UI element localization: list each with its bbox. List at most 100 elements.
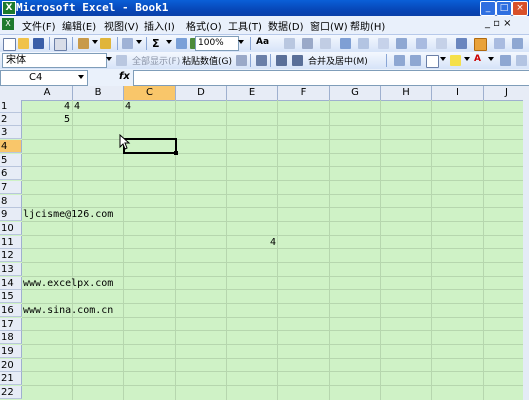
- fill-color-icon[interactable]: [450, 55, 461, 66]
- menu-edit[interactable]: 编辑(E): [62, 18, 96, 33]
- column-header-i[interactable]: I: [432, 86, 484, 101]
- toolbar-icon[interactable]: [500, 55, 511, 66]
- toolbar-icon[interactable]: [516, 55, 527, 66]
- toolbar-icon[interactable]: [436, 38, 447, 49]
- row-header-2[interactable]: 2: [0, 113, 22, 126]
- toolbar-icon[interactable]: [236, 55, 247, 66]
- close-button[interactable]: ×: [512, 1, 528, 16]
- toolbar-icon[interactable]: [394, 55, 405, 66]
- menu-help[interactable]: 帮助(H): [350, 18, 385, 33]
- open-icon[interactable]: [18, 38, 29, 49]
- toolbar-icon[interactable]: [378, 38, 389, 49]
- menu-window[interactable]: 窗口(W): [310, 18, 348, 33]
- menu-view[interactable]: 视图(V): [104, 18, 139, 33]
- autosum-icon[interactable]: Σ: [152, 37, 160, 50]
- toolbar-icon[interactable]: [340, 38, 351, 49]
- toolbar-icon[interactable]: [410, 55, 421, 66]
- cell-c1[interactable]: 4: [125, 100, 131, 113]
- row-header-16[interactable]: 16: [0, 304, 22, 317]
- toolbar-icon[interactable]: [116, 55, 127, 66]
- fill-handle[interactable]: [174, 151, 178, 155]
- row-header-20[interactable]: 20: [0, 359, 22, 372]
- column-header-j[interactable]: J: [484, 86, 529, 101]
- zoom-dropdown-icon[interactable]: [238, 40, 244, 44]
- undo-dropdown-icon[interactable]: [136, 40, 142, 44]
- toolbar-icon[interactable]: [302, 38, 313, 49]
- borders-dropdown-icon[interactable]: [440, 57, 446, 61]
- format-painter-icon[interactable]: [100, 38, 111, 49]
- new-icon[interactable]: [3, 38, 16, 51]
- row-header-14[interactable]: 14: [0, 277, 22, 290]
- cell-e11[interactable]: 4: [270, 236, 276, 249]
- highlighted-toolbar-icon[interactable]: [474, 38, 487, 51]
- vertical-scrollbar[interactable]: [523, 100, 529, 400]
- row-header-4[interactable]: 4: [0, 140, 22, 153]
- column-header-h[interactable]: H: [381, 86, 432, 101]
- row-header-5[interactable]: 5: [0, 154, 22, 167]
- workbook-window-controls[interactable]: _ ▫ ×: [485, 18, 512, 29]
- name-box-dropdown-icon[interactable]: [78, 75, 84, 79]
- sort-ascending-icon[interactable]: [176, 38, 187, 49]
- row-header-17[interactable]: 17: [0, 318, 22, 331]
- font-color-icon[interactable]: A: [474, 54, 481, 64]
- undo-icon[interactable]: [122, 38, 133, 49]
- row-header-1[interactable]: 1: [0, 100, 22, 113]
- cell-a14[interactable]: www.excelpx.com: [23, 277, 113, 290]
- row-header-12[interactable]: 12: [0, 249, 22, 262]
- row-header-19[interactable]: 19: [0, 345, 22, 358]
- merge-center-button[interactable]: 合并及居中(M): [308, 54, 368, 67]
- autosum-dropdown-icon[interactable]: [166, 40, 172, 44]
- font-size-bigger-icon[interactable]: Aa: [256, 37, 269, 47]
- column-header-d[interactable]: D: [176, 86, 227, 101]
- toolbar-icon[interactable]: [494, 38, 505, 49]
- toolbar-icon[interactable]: [512, 38, 523, 49]
- print-preview-icon[interactable]: [54, 38, 67, 51]
- minimize-button[interactable]: _: [480, 1, 496, 16]
- paste-values-button[interactable]: 粘贴数值(G): [182, 54, 232, 67]
- row-header-10[interactable]: 10: [0, 222, 22, 235]
- menu-file[interactable]: 文件(F): [22, 18, 56, 33]
- row-header-11[interactable]: 11: [0, 236, 22, 249]
- excel-app-icon[interactable]: X: [2, 1, 16, 15]
- maximize-button[interactable]: □: [496, 1, 512, 16]
- cell-a2[interactable]: 5: [64, 113, 70, 126]
- column-header-a[interactable]: A: [22, 86, 73, 101]
- toolbar-icon[interactable]: [320, 38, 331, 49]
- select-all-corner[interactable]: [0, 86, 23, 101]
- formula-input[interactable]: [133, 70, 529, 86]
- menu-tools[interactable]: 工具(T): [228, 18, 262, 33]
- row-header-13[interactable]: 13: [0, 263, 22, 276]
- workbook-icon[interactable]: X: [2, 18, 14, 30]
- align-center-icon[interactable]: [292, 55, 303, 66]
- active-cell-c4[interactable]: [123, 138, 177, 154]
- row-header-6[interactable]: 6: [0, 167, 22, 180]
- save-icon[interactable]: [33, 38, 44, 49]
- font-dropdown-icon[interactable]: [106, 57, 112, 61]
- toolbar-icon[interactable]: [284, 38, 295, 49]
- row-header-8[interactable]: 8: [0, 195, 22, 208]
- toolbar-icon[interactable]: [358, 38, 369, 49]
- align-left-icon[interactable]: [276, 55, 287, 66]
- cell-a9[interactable]: ljcisme@126.com: [23, 208, 113, 221]
- column-header-b[interactable]: B: [73, 86, 124, 101]
- paste-icon[interactable]: [78, 38, 89, 49]
- borders-icon[interactable]: [426, 55, 439, 68]
- paste-dropdown-icon[interactable]: [92, 40, 98, 44]
- zoom-select[interactable]: 100%: [195, 36, 239, 51]
- cell-a16[interactable]: www.sina.com.cn: [23, 304, 113, 317]
- row-header-21[interactable]: 21: [0, 372, 22, 385]
- column-header-e[interactable]: E: [227, 86, 278, 101]
- cell-b1[interactable]: 4: [74, 100, 80, 113]
- row-header-7[interactable]: 7: [0, 181, 22, 194]
- insert-function-icon[interactable]: fx: [119, 71, 130, 82]
- menu-format[interactable]: 格式(O): [186, 18, 222, 33]
- worksheet-grid[interactable]: A B C D E F G H I J 1 2 3 4 5 6 7 8 9 10…: [0, 86, 529, 400]
- fill-color-dropdown-icon[interactable]: [464, 57, 470, 61]
- row-header-22[interactable]: 22: [0, 386, 22, 399]
- menu-insert[interactable]: 插入(I): [144, 18, 175, 33]
- toolbar-icon[interactable]: [456, 38, 467, 49]
- font-color-dropdown-icon[interactable]: [488, 57, 494, 61]
- row-header-9[interactable]: 9: [0, 208, 22, 221]
- row-header-3[interactable]: 3: [0, 126, 22, 139]
- font-name-select[interactable]: 宋体: [2, 53, 107, 68]
